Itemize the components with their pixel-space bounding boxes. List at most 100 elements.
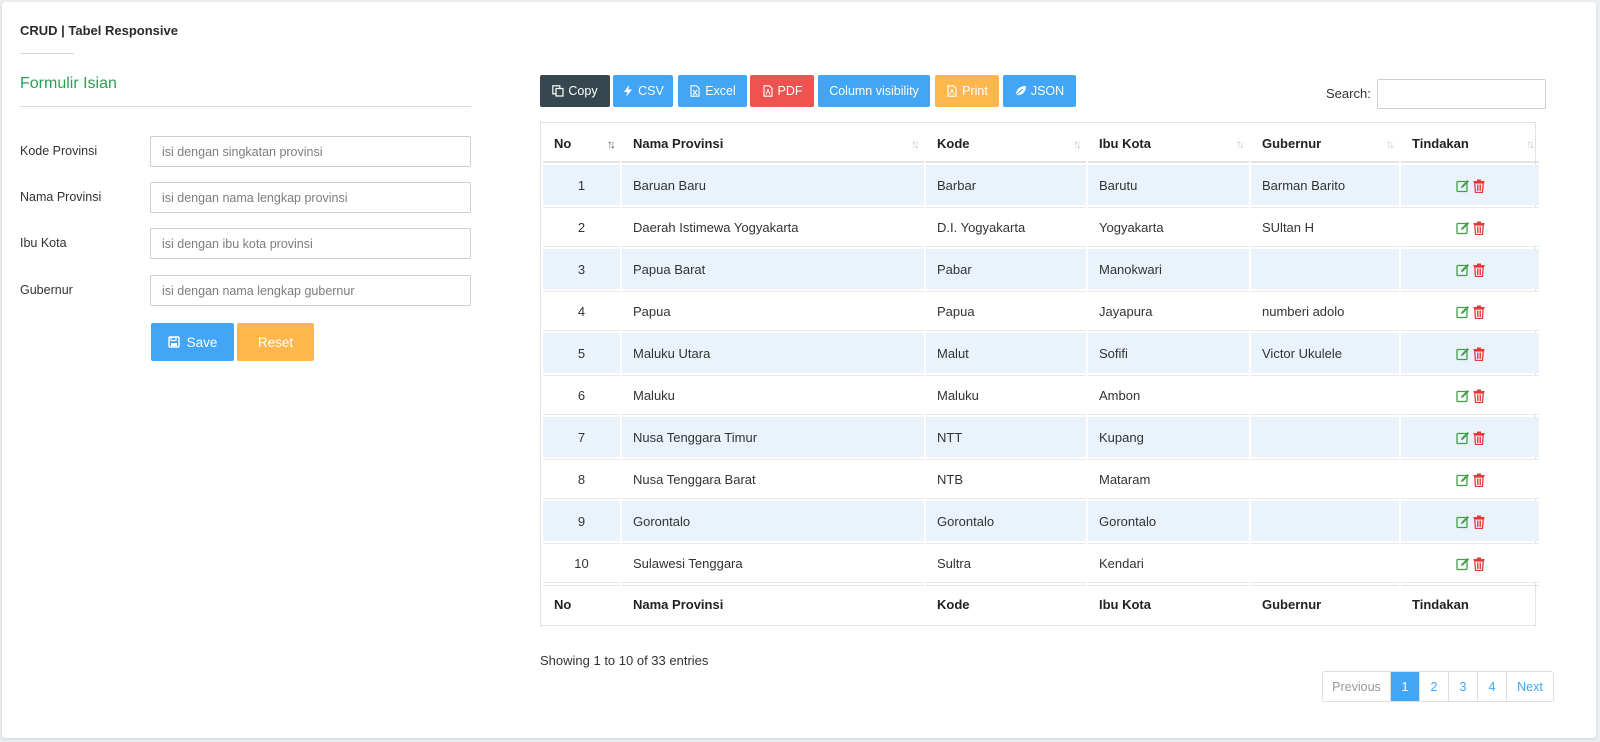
cell-no: 2: [543, 207, 620, 247]
trash-icon[interactable]: [1473, 179, 1485, 193]
bolt-icon: [624, 85, 633, 97]
edit-icon[interactable]: [1455, 515, 1470, 529]
form-row-kode: Kode Provinsi: [20, 136, 472, 168]
edit-icon[interactable]: [1455, 473, 1470, 487]
header-kode[interactable]: Kode ↑↓: [926, 125, 1086, 163]
edit-icon[interactable]: [1455, 431, 1470, 445]
header-tindakan[interactable]: Tindakan ↑↓: [1401, 125, 1539, 163]
table-row: 2 Daerah Istimewa Yogyakarta D.I. Yogyakar…: [543, 207, 1539, 247]
cell-nama-provinsi: Gorontalo: [622, 501, 924, 541]
sort-icon: ↑↓: [1073, 137, 1082, 151]
pagination-page-2[interactable]: 2: [1420, 672, 1449, 701]
trash-icon[interactable]: [1473, 431, 1485, 445]
edit-icon[interactable]: [1455, 305, 1470, 319]
sort-icon: ↑↓: [911, 137, 920, 151]
cell-gubernur: Barman Barito: [1251, 165, 1399, 205]
cell-nama-provinsi: Maluku: [622, 375, 924, 415]
print-label: Print: [962, 84, 988, 98]
header-gubernur[interactable]: Gubernur ↑↓: [1251, 125, 1399, 163]
column-visibility-button[interactable]: Column visibility: [818, 75, 930, 107]
ibu-kota-label: Ibu Kota: [20, 236, 67, 250]
cell-kode: Papua: [926, 291, 1086, 331]
edit-icon[interactable]: [1455, 221, 1470, 235]
trash-icon[interactable]: [1473, 263, 1485, 277]
edit-icon[interactable]: [1455, 179, 1470, 193]
form-row-ibukota: Ibu Kota: [20, 228, 472, 260]
kode-provinsi-input[interactable]: [150, 136, 471, 167]
table-row: 10 Sulawesi Tenggara Sultra Kendari: [543, 543, 1539, 583]
cell-nama-provinsi: Nusa Tenggara Barat: [622, 459, 924, 499]
json-button[interactable]: JSON: [1003, 75, 1076, 107]
trash-icon[interactable]: [1473, 221, 1485, 235]
print-button[interactable]: Print: [935, 75, 999, 107]
cell-ibu-kota: Sofifi: [1088, 333, 1249, 373]
cell-ibu-kota: Barutu: [1088, 165, 1249, 205]
cell-ibu-kota: Kupang: [1088, 417, 1249, 457]
pdf-button[interactable]: PDF: [750, 75, 814, 107]
cell-ibu-kota: Ambon: [1088, 375, 1249, 415]
pagination-page-1[interactable]: 1: [1391, 672, 1420, 701]
sort-icon: ↑↓: [607, 137, 616, 151]
table-row: 8 Nusa Tenggara Barat NTB Mataram: [543, 459, 1539, 499]
edit-icon[interactable]: [1455, 557, 1470, 571]
trash-icon[interactable]: [1473, 557, 1485, 571]
pagination-page-3[interactable]: 3: [1449, 672, 1478, 701]
save-button[interactable]: Save: [151, 323, 234, 361]
table-row: 9 Gorontalo Gorontalo Gorontalo: [543, 501, 1539, 541]
table-body: 1 Baruan Baru Barbar Barutu Barman Barito 2 Da…: [543, 165, 1539, 583]
copy-label: Copy: [568, 84, 598, 98]
cell-tindakan: [1401, 249, 1539, 289]
pdf-label: PDF: [777, 84, 803, 98]
table-info: Showing 1 to 10 of 33 entries: [540, 653, 709, 668]
cell-ibu-kota: Kendari: [1088, 543, 1249, 583]
cell-ibu-kota: Gorontalo: [1088, 501, 1249, 541]
search-label: Search:: [1326, 86, 1371, 101]
trash-icon[interactable]: [1473, 305, 1485, 319]
edit-icon[interactable]: [1455, 347, 1470, 361]
cell-no: 10: [543, 543, 620, 583]
cell-tindakan: [1401, 501, 1539, 541]
file-pdf-icon: [762, 85, 773, 97]
cell-ibu-kota: Manokwari: [1088, 249, 1249, 289]
cell-nama-provinsi: Nusa Tenggara Timur: [622, 417, 924, 457]
file-excel-icon: [690, 85, 700, 97]
sort-icon: ↑↓: [1236, 137, 1245, 151]
cell-no: 7: [543, 417, 620, 457]
excel-button[interactable]: Excel: [678, 75, 747, 107]
header-ibu-kota[interactable]: Ibu Kota ↑↓: [1088, 125, 1249, 163]
pagination-page-4[interactable]: 4: [1478, 672, 1507, 701]
cell-no: 5: [543, 333, 620, 373]
cell-nama-provinsi: Sulawesi Tenggara: [622, 543, 924, 583]
table-row: 3 Papua Barat Pabar Manokwari: [543, 249, 1539, 289]
cell-no: 8: [543, 459, 620, 499]
search-input[interactable]: [1377, 79, 1546, 109]
trash-icon[interactable]: [1473, 347, 1485, 361]
gubernur-input[interactable]: [150, 275, 471, 306]
reset-button[interactable]: Reset: [237, 323, 314, 361]
trash-icon[interactable]: [1473, 389, 1485, 403]
nama-provinsi-input[interactable]: [150, 182, 471, 213]
table-row: 7 Nusa Tenggara Timur NTT Kupang: [543, 417, 1539, 457]
cell-kode: NTB: [926, 459, 1086, 499]
copy-button[interactable]: Copy: [540, 75, 610, 107]
header-no[interactable]: No ↑↓: [543, 125, 620, 163]
trash-icon[interactable]: [1473, 473, 1485, 487]
cell-gubernur: [1251, 249, 1399, 289]
cell-kode: Gorontalo: [926, 501, 1086, 541]
ibu-kota-input[interactable]: [150, 228, 471, 259]
trash-icon[interactable]: [1473, 515, 1485, 529]
cell-tindakan: [1401, 291, 1539, 331]
edit-icon[interactable]: [1455, 389, 1470, 403]
pagination-next[interactable]: Next: [1507, 672, 1553, 701]
main-card: CRUD | Tabel Responsive Formulir Isian K…: [2, 2, 1596, 738]
table-row: 4 Papua Papua Jayapura numberi adolo: [543, 291, 1539, 331]
header-nama-provinsi[interactable]: Nama Provinsi ↑↓: [622, 125, 924, 163]
edit-icon[interactable]: [1455, 263, 1470, 277]
pagination-previous[interactable]: Previous: [1323, 672, 1391, 701]
cell-no: 6: [543, 375, 620, 415]
cell-tindakan: [1401, 165, 1539, 205]
csv-button[interactable]: CSV: [613, 75, 673, 107]
form-row-gubernur: Gubernur: [20, 275, 472, 307]
cell-gubernur: Victor Ukulele: [1251, 333, 1399, 373]
cell-kode: Malut: [926, 333, 1086, 373]
